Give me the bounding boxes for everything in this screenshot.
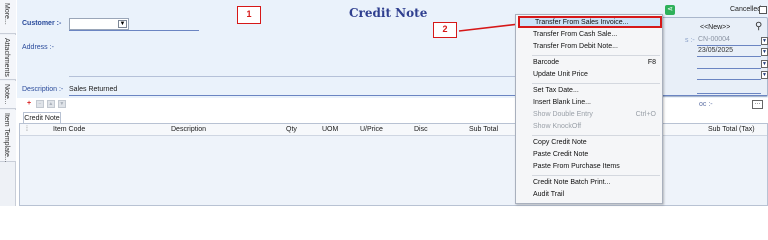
description-label: Description :- — [22, 86, 64, 93]
sidebar-tab-more[interactable]: More... — [0, 0, 16, 34]
doc-label-partial: oc :- — [699, 101, 713, 108]
page-title: Credit Note — [349, 6, 428, 20]
move-up-icon[interactable]: ▲ — [46, 100, 55, 108]
remove-row-icon[interactable]: − — [35, 100, 44, 108]
sidebar-tab-label: Note... — [3, 84, 10, 105]
doc-no-field[interactable]: CN-00004 — [697, 36, 761, 46]
customer-underline — [69, 30, 199, 31]
description-input[interactable]: Sales Returned — [69, 86, 117, 93]
credit-note-form: Customer :- ▼ 1 Credit Note 2 ⋖ Cancelle… — [17, 0, 768, 206]
column-uom[interactable]: UOM — [322, 126, 338, 133]
menu-item-batch-print[interactable]: Credit Note Batch Print... — [518, 178, 662, 189]
panel-field-3-dropdown-icon[interactable]: ▼ — [761, 60, 768, 68]
menu-separator — [532, 175, 660, 176]
date-dropdown-icon[interactable]: ▼ — [761, 48, 768, 56]
vertical-sidebar: More... Attachments Note... Item Templat… — [0, 0, 16, 206]
more-options-button[interactable]: ··· — [752, 100, 763, 109]
search-icon[interactable]: ⚲ — [755, 21, 762, 32]
doc-no-dropdown-icon[interactable]: ▼ — [761, 37, 768, 45]
cancelled-label: Cancelled — [730, 6, 762, 13]
sidebar-tab-label: Attachments — [3, 38, 10, 77]
sidebar-tab-note[interactable]: Note... — [0, 81, 16, 109]
document-info-panel: <<New>> ⚲ s :- CN-00004 ▼ 23/05/2025 ▼ ▼… — [658, 17, 768, 109]
panel-field-4[interactable] — [697, 70, 761, 80]
column-unit-price[interactable]: U/Price — [360, 126, 383, 133]
menu-separator — [532, 83, 660, 84]
callout-1: 1 — [237, 6, 261, 24]
cancelled-checkbox[interactable] — [759, 6, 767, 14]
customer-input[interactable]: ▼ — [69, 18, 129, 30]
doc-no-label-fragment: s :- — [685, 37, 695, 44]
menu-item-paste-from-purchase-items[interactable]: Paste From Purchase Items — [518, 162, 662, 173]
sidebar-tab-label: Item Template... — [3, 113, 10, 163]
menu-item-transfer-from-cash-sale[interactable]: Transfer From Cash Sale... — [518, 30, 662, 41]
customer-label: Customer :- — [22, 20, 62, 27]
callout-2: 2 — [433, 22, 457, 38]
sidebar-tab-attachments[interactable]: Attachments — [0, 35, 16, 80]
share-icon[interactable]: ⋖ — [665, 5, 675, 15]
column-description[interactable]: Description — [171, 126, 206, 133]
menu-separator — [532, 55, 660, 56]
menu-item-barcode[interactable]: Barcode F8 — [518, 58, 662, 69]
address-underline — [69, 76, 519, 77]
detail-toolbar: + − ▲ ▼ — [25, 100, 67, 110]
menu-item-set-tax-date[interactable]: Set Tax Date... — [518, 86, 662, 97]
customer-dropdown-button[interactable]: ▼ — [118, 20, 127, 28]
grid-row-indicator-icon: ⁞ — [26, 126, 28, 133]
column-qty[interactable]: Qty — [286, 126, 297, 133]
menu-item-update-unit-price[interactable]: Update Unit Price — [518, 70, 662, 81]
column-sub-total-tax[interactable]: Sub Total (Tax) — [708, 126, 755, 133]
menu-item-transfer-from-debit-note[interactable]: Transfer From Debit Note... — [518, 42, 662, 53]
add-row-icon[interactable]: + — [25, 100, 33, 108]
menu-item-transfer-from-sales-invoice[interactable]: Transfer From Sales Invoice... — [518, 16, 662, 28]
context-menu: Transfer From Sales Invoice... Transfer … — [515, 14, 663, 204]
date-field[interactable]: 23/05/2025 — [697, 47, 761, 57]
menu-item-show-knockoff[interactable]: Show KnockOff — [518, 122, 662, 133]
move-down-icon[interactable]: ▼ — [57, 100, 66, 108]
column-disc[interactable]: Disc — [414, 126, 428, 133]
sidebar-tab-label: More... — [3, 3, 10, 25]
column-item-code[interactable]: Item Code — [53, 126, 85, 133]
menu-item-audit-trail[interactable]: Audit Trail — [518, 190, 662, 201]
panel-field-3[interactable] — [697, 59, 761, 69]
sidebar-tab-item-template[interactable]: Item Template... — [0, 110, 16, 163]
address-field[interactable] — [17, 40, 517, 78]
menu-item-copy-credit-note[interactable]: Copy Credit Note — [518, 138, 662, 149]
panel-field-5[interactable] — [697, 84, 761, 94]
menu-item-show-double-entry[interactable]: Show Double Entry Ctrl+O — [518, 110, 662, 121]
new-doc-label: <<New>> — [700, 24, 731, 31]
menu-item-paste-credit-note[interactable]: Paste Credit Note — [518, 150, 662, 161]
menu-separator — [532, 135, 660, 136]
menu-item-insert-blank-line[interactable]: Insert Blank Line... — [518, 98, 662, 109]
column-sub-total[interactable]: Sub Total — [469, 126, 498, 133]
panel-field-4-dropdown-icon[interactable]: ▼ — [761, 71, 768, 79]
